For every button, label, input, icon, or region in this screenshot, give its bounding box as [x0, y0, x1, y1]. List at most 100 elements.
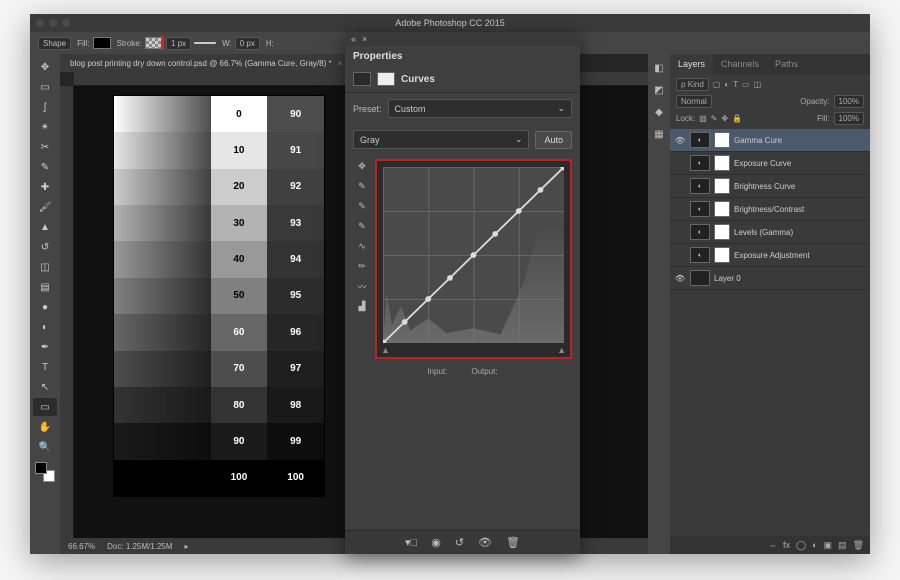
stroke-style-select[interactable] — [194, 42, 216, 44]
lasso-tool[interactable]: ʃ — [33, 98, 57, 116]
shape-tool[interactable]: ▭ — [33, 398, 57, 416]
close-tab-icon[interactable]: × — [338, 59, 343, 68]
black-eyedropper-icon[interactable]: ✎ — [354, 219, 370, 233]
layer-thumb[interactable]: ◐ — [690, 247, 710, 263]
fg-bg-swatch[interactable] — [35, 462, 55, 482]
curve-graph[interactable]: ▲ ▲ — [375, 159, 572, 359]
visibility-toggle[interactable]: 👁 — [674, 274, 686, 283]
mask-thumb[interactable] — [714, 224, 730, 240]
view-previous-icon[interactable]: ◉ — [431, 536, 441, 549]
fill-field[interactable]: 100% — [834, 112, 864, 125]
layer-thumb[interactable]: ◐ — [690, 224, 710, 240]
mask-thumb[interactable] — [714, 247, 730, 263]
zoom-tool[interactable]: 🔍 — [33, 438, 57, 456]
document-tab[interactable]: blog post printing dry down control.psd … — [60, 54, 352, 72]
close-panel-icon[interactable]: × — [362, 34, 367, 44]
path-select-tool[interactable]: ↖ — [33, 378, 57, 396]
channel-select[interactable]: Gray ⌄ — [353, 130, 529, 149]
mask-thumb[interactable] — [714, 132, 730, 148]
tool-mode-select[interactable]: Shape — [38, 37, 71, 50]
properties-tab[interactable]: Properties — [345, 46, 580, 66]
zoom-level[interactable]: 66.67% — [68, 542, 95, 551]
white-point-slider[interactable]: ▲ — [557, 345, 566, 355]
black-point-slider[interactable]: ▲ — [381, 345, 390, 355]
collapse-panel-icon[interactable]: « — [351, 34, 356, 44]
link-layers-icon[interactable]: ⇔ — [768, 540, 777, 550]
mask-thumb[interactable] — [714, 178, 730, 194]
stroke-width-field[interactable]: 1 px — [166, 37, 191, 50]
heal-tool[interactable]: ✚ — [33, 178, 57, 196]
swatches-panel-icon[interactable]: ▦ — [651, 126, 667, 142]
target-adjust-icon[interactable]: ✥ — [354, 159, 370, 173]
marquee-tool[interactable]: ▭ — [33, 78, 57, 96]
properties-panel-titlebar[interactable]: « × — [345, 32, 580, 46]
new-layer-icon[interactable]: ▤ — [838, 540, 847, 551]
tab-channels[interactable]: Channels — [713, 54, 767, 74]
crop-tool[interactable]: ✂ — [33, 138, 57, 156]
fx-icon[interactable]: fx — [783, 540, 790, 550]
properties-panel-icon[interactable]: ◩ — [651, 82, 667, 98]
history-brush-tool[interactable]: ↺ — [33, 238, 57, 256]
hand-tool[interactable]: ✋ — [33, 418, 57, 436]
blend-mode-select[interactable]: Normal — [676, 95, 712, 108]
filter-shape-icon[interactable]: ▭ — [742, 80, 750, 89]
layer-row[interactable]: ◐Brightness/Contrast — [670, 198, 870, 221]
adjustment-icon[interactable]: ◐ — [812, 540, 817, 550]
mask-icon[interactable]: ◯ — [796, 540, 806, 551]
stroke-swatch[interactable] — [145, 37, 163, 49]
lock-all-icon[interactable]: 🔒 — [732, 114, 742, 123]
layer-thumb[interactable]: ◐ — [690, 178, 710, 194]
mask-thumb[interactable] — [714, 155, 730, 171]
layer-thumb[interactable]: ◐ — [690, 155, 710, 171]
fill-swatch[interactable] — [93, 37, 111, 49]
dodge-tool[interactable]: ◐ — [33, 318, 57, 336]
text-tool[interactable]: T — [33, 358, 57, 376]
gradient-tool[interactable]: ▤ — [33, 278, 57, 296]
move-tool[interactable]: ✥ — [33, 58, 57, 76]
trash-icon[interactable]: 🗑 — [853, 540, 864, 551]
mask-thumb-icon[interactable] — [377, 72, 395, 86]
curve-line[interactable] — [383, 167, 564, 343]
auto-button[interactable]: Auto — [535, 131, 572, 149]
tab-layers[interactable]: Layers — [670, 54, 713, 74]
opacity-field[interactable]: 100% — [834, 95, 864, 108]
layer-thumb[interactable]: ◐ — [690, 201, 710, 217]
preset-select[interactable]: Custom ⌄ — [388, 99, 572, 118]
chevron-right-icon[interactable]: ▸ — [185, 542, 189, 551]
blur-tool[interactable]: ● — [33, 298, 57, 316]
white-eyedropper-icon[interactable]: ✎ — [354, 179, 370, 193]
brush-tool[interactable]: 🖌 — [33, 198, 57, 216]
reset-icon[interactable]: ↺ — [455, 536, 464, 549]
fg-color[interactable] — [35, 462, 47, 474]
visibility-toggle[interactable]: 👁 — [674, 136, 686, 145]
layer-row[interactable]: 👁◐Gamma Cure — [670, 129, 870, 152]
filter-pixel-icon[interactable]: ▢ — [713, 80, 721, 89]
clip-to-layer-icon[interactable]: ▾□ — [405, 536, 417, 549]
delete-adjustment-icon[interactable]: 🗑 — [506, 536, 520, 549]
stamp-tool[interactable]: ▲ — [33, 218, 57, 236]
toggle-visibility-icon[interactable]: 👁 — [478, 536, 492, 549]
lock-trans-icon[interactable]: ▨ — [699, 114, 707, 123]
width-field[interactable]: 0 px — [235, 37, 260, 50]
layer-thumb[interactable]: ◐ — [690, 132, 710, 148]
pencil-mode-icon[interactable]: ✏ — [354, 259, 370, 273]
filter-adj-icon[interactable]: ◐ — [724, 80, 729, 89]
tab-paths[interactable]: Paths — [767, 54, 806, 74]
lock-pixels-icon[interactable]: ✎ — [711, 114, 718, 123]
group-icon[interactable]: ▣ — [824, 540, 833, 551]
layer-row[interactable]: ◐Levels (Gamma) — [670, 221, 870, 244]
filter-type-icon[interactable]: T — [733, 80, 738, 89]
wand-tool[interactable]: ✴ — [33, 118, 57, 136]
mask-thumb[interactable] — [714, 201, 730, 217]
histogram-icon[interactable]: ▟ — [354, 299, 370, 313]
filter-smart-icon[interactable]: ◫ — [754, 80, 762, 89]
layer-row[interactable]: ◐Exposure Adjustment — [670, 244, 870, 267]
color-panel-icon[interactable]: ◆ — [651, 104, 667, 120]
layer-filter-select[interactable]: ρ Kind — [676, 78, 709, 91]
curve-mode-icon[interactable]: ∿ — [354, 239, 370, 253]
eraser-tool[interactable]: ◫ — [33, 258, 57, 276]
layer-thumb[interactable] — [690, 270, 710, 286]
layer-row[interactable]: ◐Exposure Curve — [670, 152, 870, 175]
layer-row[interactable]: ◐Brightness Curve — [670, 175, 870, 198]
history-panel-icon[interactable]: ◧ — [651, 60, 667, 76]
